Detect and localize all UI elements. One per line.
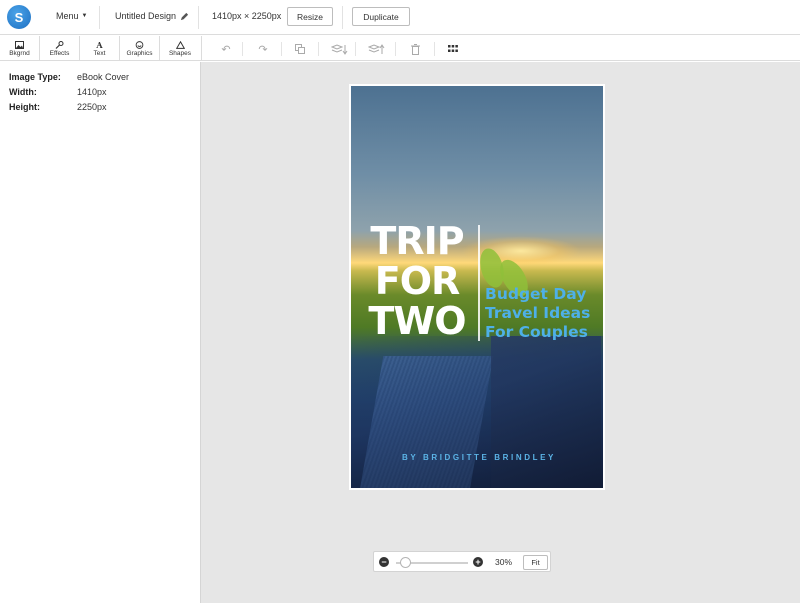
width-row: Width: 1410px [9, 87, 107, 97]
redo-icon[interactable]: ↷ [256, 42, 270, 56]
zoom-in-button[interactable]: + [473, 557, 483, 567]
menu-button[interactable]: Menu ▼ [56, 11, 87, 21]
zoom-fit-button[interactable]: Fit [523, 555, 548, 570]
top-bar: S Menu ▼ Untitled Design 1410px × 2250px… [0, 0, 800, 35]
divider [99, 6, 100, 29]
divider [242, 42, 243, 56]
send-backward-icon[interactable] [330, 42, 348, 56]
height-label: Height: [9, 102, 40, 112]
design-title-text: Untitled Design [115, 11, 177, 21]
logo-letter: S [14, 9, 24, 25]
cover-byline[interactable]: BY BRIDGITTE BRINDLEY [351, 453, 603, 462]
tab-graphics[interactable]: Graphics [120, 36, 160, 61]
copy-icon[interactable] [293, 42, 307, 56]
app-logo[interactable]: S [7, 5, 31, 29]
grid-icon[interactable] [446, 42, 460, 56]
cover-title-line[interactable]: TWO [361, 302, 473, 340]
cover-subtitle-line[interactable]: Travel Ideas [485, 304, 603, 323]
cover-subtitle-line[interactable]: Budget Day [485, 285, 603, 304]
ebook-cover[interactable]: TRIP FOR TWO Budget Day Travel Ideas For… [349, 84, 605, 490]
design-title[interactable]: Untitled Design [115, 11, 189, 21]
design-canvas: TRIP FOR TWO Budget Day Travel Ideas For… [201, 62, 800, 603]
cover-divider-line [478, 225, 480, 341]
divider [318, 42, 319, 56]
divider [395, 42, 396, 56]
divider [355, 42, 356, 56]
duplicate-button[interactable]: Duplicate [352, 7, 410, 26]
properties-panel: Image Type: eBook Cover Width: 1410px Heig… [0, 62, 201, 603]
image-type-label: Image Type: [9, 72, 61, 82]
triangle-icon [175, 40, 185, 49]
chevron-down-icon: ▼ [81, 13, 88, 19]
zoom-value: 30% [495, 557, 513, 567]
divider [198, 6, 199, 29]
tab-shapes[interactable]: Shapes [160, 36, 200, 61]
photo-shadow [351, 336, 603, 488]
tab-effects[interactable]: Effects [40, 36, 80, 61]
text-icon: A [96, 39, 103, 50]
undo-icon[interactable]: ↶ [219, 42, 233, 56]
height-value: 2250px [77, 102, 107, 112]
canvas-dimensions: 1410px × 2250px [212, 11, 282, 21]
menu-label: Menu [56, 11, 79, 21]
zoom-slider-handle[interactable] [399, 557, 411, 568]
tab-text[interactable]: A Text [80, 36, 120, 61]
height-row: Height: 2250px [9, 102, 107, 112]
zoom-control: − + 30% Fit [373, 551, 551, 572]
cover-subtitle-line[interactable]: For Couples [485, 323, 603, 342]
image-icon [15, 40, 24, 49]
trash-icon[interactable] [408, 42, 422, 56]
resize-button[interactable]: Resize [287, 7, 333, 26]
tab-background[interactable]: Bkgrnd [0, 36, 40, 61]
tab-label: Graphics [126, 49, 153, 57]
wand-icon [55, 40, 64, 49]
cover-title-line[interactable]: TRIP [361, 222, 473, 260]
tab-label: Bkgrnd [9, 49, 30, 57]
tool-tabs: Bkgrnd Effects A Text Graphics Shapes [0, 36, 201, 61]
divider [434, 42, 435, 56]
zoom-out-button[interactable]: − [379, 557, 389, 567]
pencil-icon [180, 12, 189, 20]
image-type-value: eBook Cover [77, 72, 130, 82]
bring-forward-icon[interactable] [367, 42, 385, 56]
tab-label: Shapes [168, 49, 192, 57]
edit-toolbar: ↶ ↷ [201, 36, 800, 61]
divider [342, 6, 343, 29]
image-type-row: Image Type: eBook Cover [9, 72, 129, 82]
tab-label: Text [93, 49, 106, 57]
smiley-icon [135, 40, 144, 49]
divider [281, 42, 282, 56]
tab-label: Effects [49, 49, 70, 57]
width-value: 1410px [77, 87, 107, 97]
cover-title-line[interactable]: FOR [361, 262, 473, 300]
width-label: Width: [9, 87, 37, 97]
